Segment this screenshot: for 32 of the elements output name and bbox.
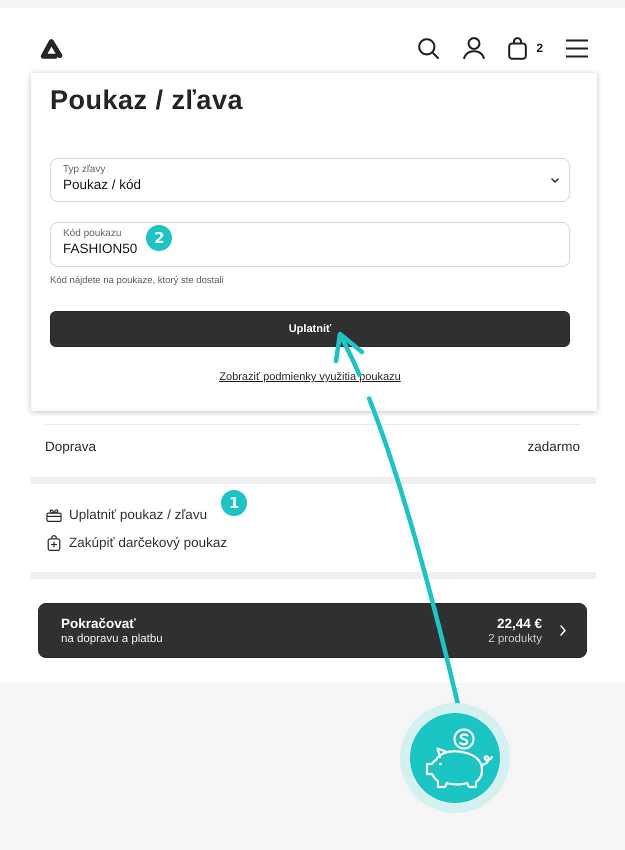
cart-count: 2: [536, 41, 543, 55]
action-link[interactable]: Zakúpiť darčekový poukaz: [46, 533, 228, 553]
gift-icon: [46, 507, 62, 523]
shipping-label: Doprava: [45, 439, 96, 454]
dropdown-field[interactable]: Typ zľavy Poukaz / kód: [50, 158, 570, 202]
chevron-right-icon: [560, 625, 566, 636]
chevron-down-icon: [551, 178, 559, 182]
continue-button[interactable]: Pokračovať na dopravu a platbu 22,44 € 2 produkty: [38, 603, 587, 658]
button-title: Pokračovať: [61, 616, 136, 632]
hint-text: Kód nájdete na poukaze, ktorý ste dostali: [50, 275, 224, 287]
action-link[interactable]: Uplatniť poukaz / zľavu: [46, 505, 208, 525]
apply-button[interactable]: Uplatniť: [50, 311, 570, 347]
field-label: Kód poukazu: [63, 228, 122, 240]
total-price: 22,44 €: [496, 616, 542, 632]
panel-title: Poukaz / zľava: [50, 84, 243, 116]
menu-icon[interactable]: [566, 38, 588, 58]
search-icon[interactable]: [418, 38, 440, 58]
product-count: 2 produkty: [488, 632, 542, 646]
button-subtitle: na dopravu a platbu: [61, 632, 163, 646]
input-field[interactable]: Kód poukazu FASHION50 2: [50, 222, 570, 267]
terms-link[interactable]: Zobraziť podmienky využitia poukazu: [219, 369, 401, 385]
field-label: Typ zľavy: [63, 164, 106, 176]
field-value: FASHION50: [63, 240, 138, 257]
shipping-value: zadarmo: [527, 439, 580, 454]
piggy-bank-icon: [400, 703, 510, 813]
step-badge: 2: [146, 224, 172, 250]
logo-icon[interactable]: [40, 38, 63, 58]
step-badge: 1: [221, 490, 248, 516]
user-icon[interactable]: [463, 37, 486, 59]
field-value: Poukaz / kód: [63, 176, 142, 193]
bag-plus-icon: [46, 535, 62, 551]
shopping-bag-icon[interactable]: [508, 36, 528, 60]
